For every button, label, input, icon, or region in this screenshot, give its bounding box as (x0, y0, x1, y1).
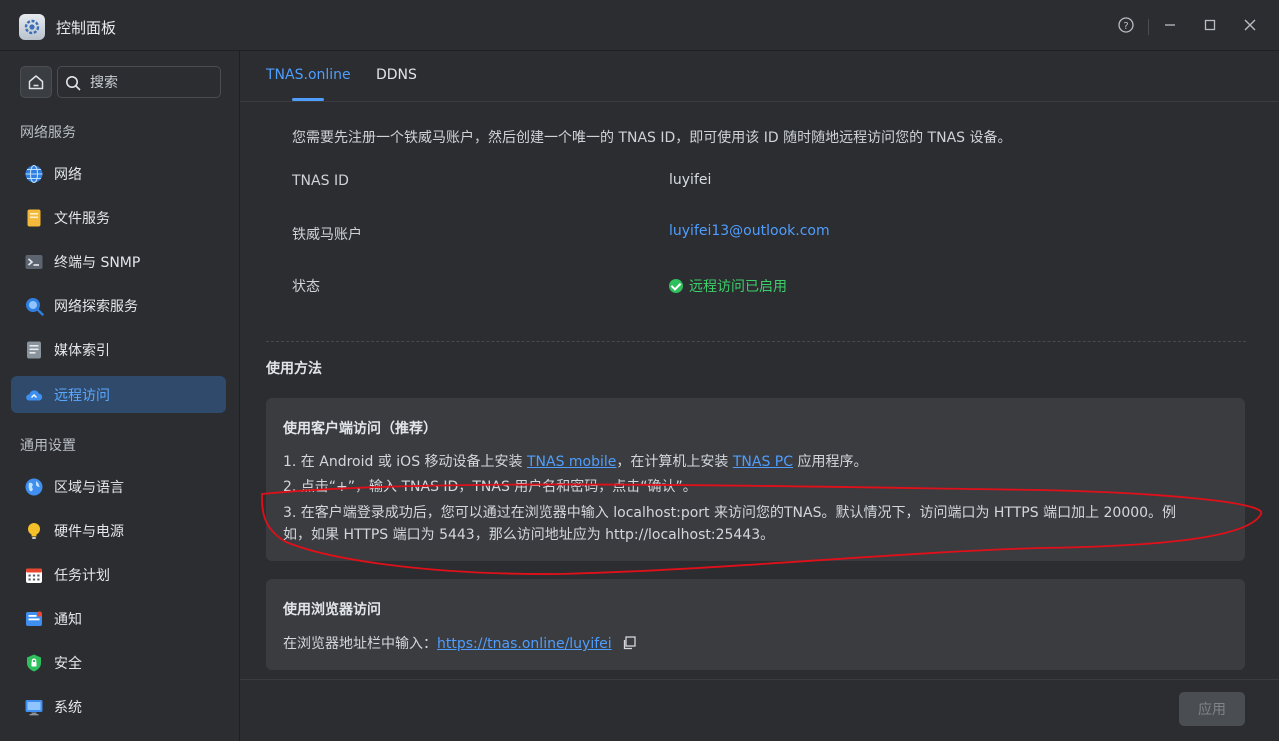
client-access-card: 使用客户端访问（推荐） 1. 在 Android 或 iOS 移动设备上安装 T… (266, 398, 1245, 561)
copy-icon[interactable] (622, 636, 636, 650)
tab-bar: TNAS.online DDNS (240, 51, 1279, 102)
search-input[interactable] (88, 72, 212, 94)
client-step-2: 2. 点击“+”，输入 TNAS ID，TNAS 用户名和密码，点击“确认”。 (283, 479, 697, 495)
sidebar-item-label: 远程访问 (54, 388, 110, 404)
cloud-icon (26, 390, 43, 401)
sidebar: 网络服务 网络 文件服务 (0, 51, 240, 741)
tnas-id-value: luyifei (669, 172, 712, 188)
browser-url-prefix: 在浏览器地址栏中输入： (283, 636, 437, 652)
media-index-icon (27, 341, 41, 359)
footer-bar: 应用 (240, 679, 1279, 741)
step1-text-a: 1. 在 Android 或 iOS 移动设备上安装 (283, 454, 527, 470)
sidebar-item-remote-access[interactable]: 远程访问 (11, 376, 226, 413)
group-title-general-settings: 通用设置 (20, 438, 76, 454)
client-step-1: 1. 在 Android 或 iOS 移动设备上安装 TNAS mobile，在… (283, 451, 867, 471)
section-divider (266, 341, 1246, 342)
close-icon[interactable] (1241, 17, 1259, 35)
step1-text-b: ，在计算机上安装 (616, 454, 733, 470)
sidebar-item-label: 区域与语言 (54, 480, 124, 496)
sidebar-item-label: 通知 (54, 612, 82, 628)
active-tab-indicator (292, 98, 324, 101)
status-label: 状态 (292, 279, 320, 295)
tnas-mobile-link[interactable]: TNAS mobile (527, 454, 616, 470)
group-title-network-services: 网络服务 (20, 125, 76, 141)
sidebar-item-security[interactable]: 安全 (11, 644, 226, 681)
sidebar-item-label: 文件服务 (54, 211, 110, 227)
window-title: 控制面板 (56, 19, 117, 37)
sidebar-item-file-services[interactable]: 文件服务 (11, 199, 226, 236)
calendar-icon (26, 568, 42, 583)
sidebar-item-label: 安全 (54, 656, 82, 672)
client-card-title: 使用客户端访问（推荐） (283, 421, 437, 437)
client-step-3-line-2: 如，如果 HTTPS 端口为 5443，那么访问地址应为 http://loca… (283, 527, 775, 543)
browser-url-link[interactable]: https://tnas.online/luyifei (437, 636, 612, 652)
terminal-icon (25, 255, 43, 269)
notification-icon (26, 611, 43, 626)
apply-button[interactable]: 应用 (1179, 692, 1245, 726)
home-button[interactable] (20, 66, 52, 98)
account-label: 铁威马账户 (292, 227, 362, 243)
sidebar-item-label: 系统 (54, 700, 82, 716)
home-icon (28, 75, 44, 90)
tnas-id-label: TNAS ID (292, 173, 349, 189)
help-icon[interactable]: ? (1117, 17, 1135, 35)
client-step-3-line-1: 3. 在客户端登录成功后，您可以通过在浏览器中输入 localhost:port… (283, 505, 1177, 521)
sidebar-item-label: 媒体索引 (54, 343, 110, 359)
account-email-link[interactable]: luyifei13@outlook.com (669, 223, 830, 239)
control-panel-app-icon (19, 14, 45, 40)
sidebar-item-label: 终端与 SNMP (54, 255, 141, 271)
search-box[interactable] (57, 66, 221, 98)
discovery-icon (26, 298, 44, 316)
folder-icon (27, 209, 41, 227)
globe-icon (25, 164, 43, 184)
titlebar-divider (1148, 19, 1149, 35)
sidebar-item-label: 任务计划 (54, 568, 110, 584)
sidebar-item-region-language[interactable]: 区域与语言 (11, 468, 226, 505)
main-panel: TNAS.online DDNS 您需要先注册一个铁威马账户，然后创建一个唯一的… (240, 51, 1279, 741)
sidebar-item-notification[interactable]: 通知 (11, 600, 226, 637)
svg-text:?: ? (1123, 21, 1128, 32)
shield-icon (27, 654, 41, 672)
control-panel-window: 控制面板 ? 网络服务 (0, 0, 1279, 741)
sidebar-item-hardware-power[interactable]: 硬件与电源 (11, 512, 226, 549)
usage-title: 使用方法 (266, 361, 322, 377)
tab-ddns[interactable]: DDNS (376, 67, 417, 83)
sidebar-item-terminal-snmp[interactable]: 终端与 SNMP (11, 243, 226, 280)
sidebar-item-label: 网络 (54, 167, 82, 183)
browser-url-row: 在浏览器地址栏中输入：https://tnas.online/luyifei (283, 633, 636, 653)
sidebar-item-network[interactable]: 网络 (11, 155, 226, 192)
monitor-icon (25, 700, 43, 716)
sidebar-item-label: 网络探索服务 (54, 299, 138, 315)
bulb-icon (28, 523, 40, 539)
search-icon (66, 76, 81, 91)
sidebar-item-media-index[interactable]: 媒体索引 (11, 331, 226, 368)
title-bar: 控制面板 ? (0, 0, 1279, 51)
browser-card-title: 使用浏览器访问 (283, 602, 381, 618)
sidebar-item-task-scheduler[interactable]: 任务计划 (11, 556, 226, 593)
sidebar-item-label: 硬件与电源 (54, 524, 124, 540)
sidebar-item-network-discovery[interactable]: 网络探索服务 (11, 287, 226, 324)
browser-access-card: 使用浏览器访问 在浏览器地址栏中输入：https://tnas.online/l… (266, 579, 1245, 670)
sidebar-item-system[interactable]: 系统 (11, 688, 226, 725)
maximize-icon[interactable] (1201, 17, 1219, 35)
step1-text-c: 应用程序。 (793, 454, 868, 470)
status-value: 远程访问已启用 (669, 276, 787, 296)
tnas-pc-link[interactable]: TNAS PC (733, 454, 793, 470)
region-icon (25, 478, 43, 496)
check-circle-icon (669, 279, 683, 293)
status-text: 远程访问已启用 (689, 279, 787, 295)
intro-text: 您需要先注册一个铁威马账户，然后创建一个唯一的 TNAS ID，即可使用该 ID… (292, 130, 1012, 146)
tab-tnas-online[interactable]: TNAS.online (266, 67, 351, 83)
minimize-icon[interactable] (1161, 17, 1179, 35)
